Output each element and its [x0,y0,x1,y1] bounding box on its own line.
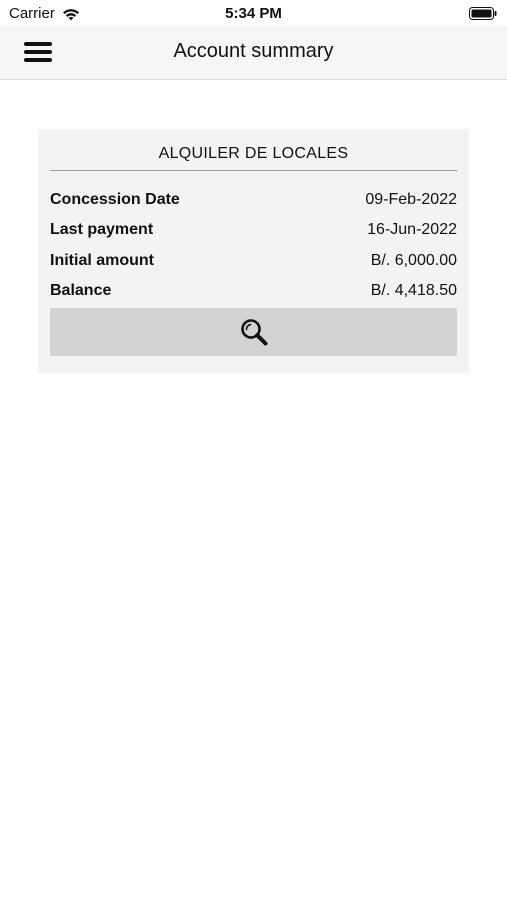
account-card-title: ALQUILER DE LOCALES [158,145,349,162]
view-details-button[interactable] [50,308,457,356]
status-time: 5:34 PM [225,5,282,22]
initial-amount-value: B/. 6,000.00 [370,252,457,269]
concession-date-label: Concession Date [50,191,180,208]
balance-label: Balance [50,282,112,299]
balance-value: B/. 4,418.50 [370,282,457,299]
status-bar: Carrier 5:34 PM [0,0,507,26]
card-divider [50,170,457,171]
last-payment-value: 16-Jun-2022 [367,221,457,238]
page-title: Account summary [173,40,334,62]
navigation-bar: Account summary [0,26,507,80]
battery-icon [469,7,497,20]
account-card: ALQUILER DE LOCALES Concession Date 09-F… [38,129,469,373]
initial-amount-label: Initial amount [50,252,154,269]
concession-date-row: Concession Date 09-Feb-2022 [50,191,457,213]
balance-row: Balance B/. 4,418.50 [50,282,457,304]
magnifier-icon [240,319,267,346]
concession-date-value: 09-Feb-2022 [365,191,457,208]
last-payment-label: Last payment [50,221,154,238]
initial-amount-row: Initial amount B/. 6,000.00 [50,252,457,274]
last-payment-row: Last payment 16-Jun-2022 [50,221,457,243]
